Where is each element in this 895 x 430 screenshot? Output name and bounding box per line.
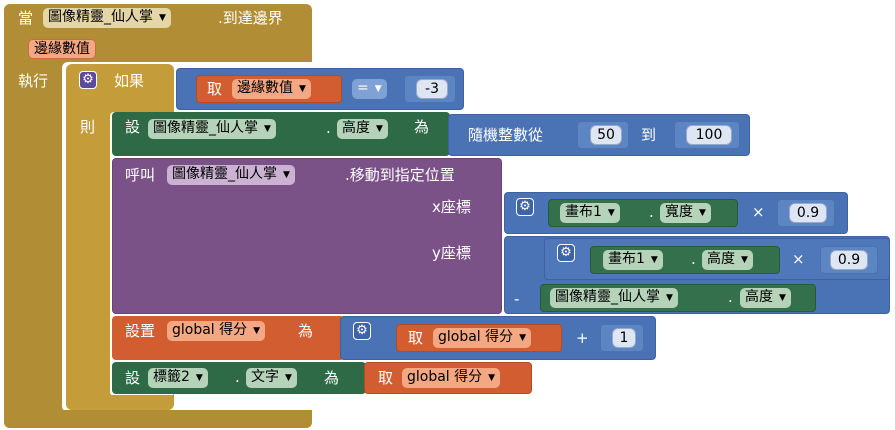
event-when-label: 當 [18,9,34,27]
variable-dropdown[interactable]: global 得分 ▼ [433,328,532,348]
component-dropdown[interactable]: 圖像精靈_仙人掌 ▼ [550,288,678,308]
chevron-down-icon: ▼ [779,293,786,303]
chevron-down-icon: ▼ [741,255,748,265]
minus-label: - [514,290,520,308]
property-dropdown[interactable]: 寬度 ▼ [660,203,711,223]
random-to-input[interactable]: 100 [686,125,732,145]
to-label: 為 [298,322,314,340]
to-label: 為 [414,118,430,136]
property-dropdown[interactable]: 高度 ▼ [702,250,753,270]
call-label: 呼叫 [125,166,156,184]
event-name-label: .到達邊界 [218,9,283,27]
random-from-input[interactable]: 50 [590,125,622,145]
property-dropdown[interactable]: 高度 ▼ [337,119,388,139]
x-param-label: x座標 [432,198,471,216]
variable-dropdown[interactable]: global 得分 ▼ [167,321,266,341]
component-dropdown[interactable]: 畫布1 ▼ [603,250,663,270]
property-dropdown[interactable]: 高度 ▼ [740,288,791,308]
gear-icon[interactable]: ⚙ [557,244,575,262]
operator-dropdown[interactable]: = ▼ [352,79,387,99]
component-dropdown[interactable]: 圖像精靈_仙人掌 ▼ [148,119,276,139]
gear-icon[interactable]: ⚙ [79,71,97,89]
variable-dropdown[interactable]: 邊緣數值 ▼ [232,79,311,99]
component-dropdown[interactable]: 標籤2 ▼ [148,368,208,388]
then-label: 則 [80,118,96,136]
component-dropdown[interactable]: 圖像精靈_仙人掌 ▼ [167,165,295,185]
chevron-down-icon: ▼ [666,293,673,303]
get-label: 取 [207,80,223,98]
gear-icon[interactable]: ⚙ [353,322,371,340]
gear-icon[interactable]: ⚙ [516,198,534,216]
chevron-down-icon: ▼ [699,208,706,218]
number-input[interactable]: -3 [416,79,448,99]
method-label: .移動到指定位置 [345,166,455,184]
component-dropdown[interactable]: 畫布1 ▼ [560,203,620,223]
factor-input[interactable]: 0.9 [830,250,868,270]
set-label: 設 [125,369,141,387]
chevron-down-icon: ▼ [488,373,496,383]
multiply-label: × [792,250,805,268]
chevron-down-icon: ▼ [650,255,658,265]
multiply-label: × [752,203,765,221]
number-input[interactable]: 1 [612,328,636,348]
chevron-down-icon: ▼ [374,84,382,94]
chevron-down-icon: ▼ [376,124,383,134]
event-component-dropdown[interactable]: 圖像精靈_仙人掌 ▼ [43,8,171,28]
plus-label: + [576,329,589,347]
get-label: 取 [378,369,394,387]
get-label: 取 [408,329,424,347]
random-to-label: 到 [641,126,657,144]
chevron-down-icon: ▼ [519,333,527,343]
random-label: 隨機整數從 [468,126,544,144]
y-param-label: y座標 [432,244,471,262]
if-label: 如果 [114,72,145,90]
chevron-down-icon: ▼ [299,84,306,94]
factor-input[interactable]: 0.9 [789,203,827,223]
chevron-down-icon: ▼ [253,326,261,336]
variable-dropdown[interactable]: global 得分 ▼ [402,368,501,388]
to-label: 為 [324,369,340,387]
chevron-down-icon: ▼ [264,124,271,134]
chevron-down-icon: ▼ [607,208,615,218]
chevron-down-icon: ▼ [285,373,292,383]
chevron-down-icon: ▼ [159,13,166,23]
event-do-label: 執行 [18,72,49,90]
set-label: 設置 [125,322,156,340]
chevron-down-icon: ▼ [283,170,290,180]
event-param-chip[interactable]: 邊緣數值 [28,39,96,59]
set-label: 設 [125,118,141,136]
chevron-down-icon: ▼ [195,373,203,383]
property-dropdown[interactable]: 文字 ▼ [246,368,297,388]
